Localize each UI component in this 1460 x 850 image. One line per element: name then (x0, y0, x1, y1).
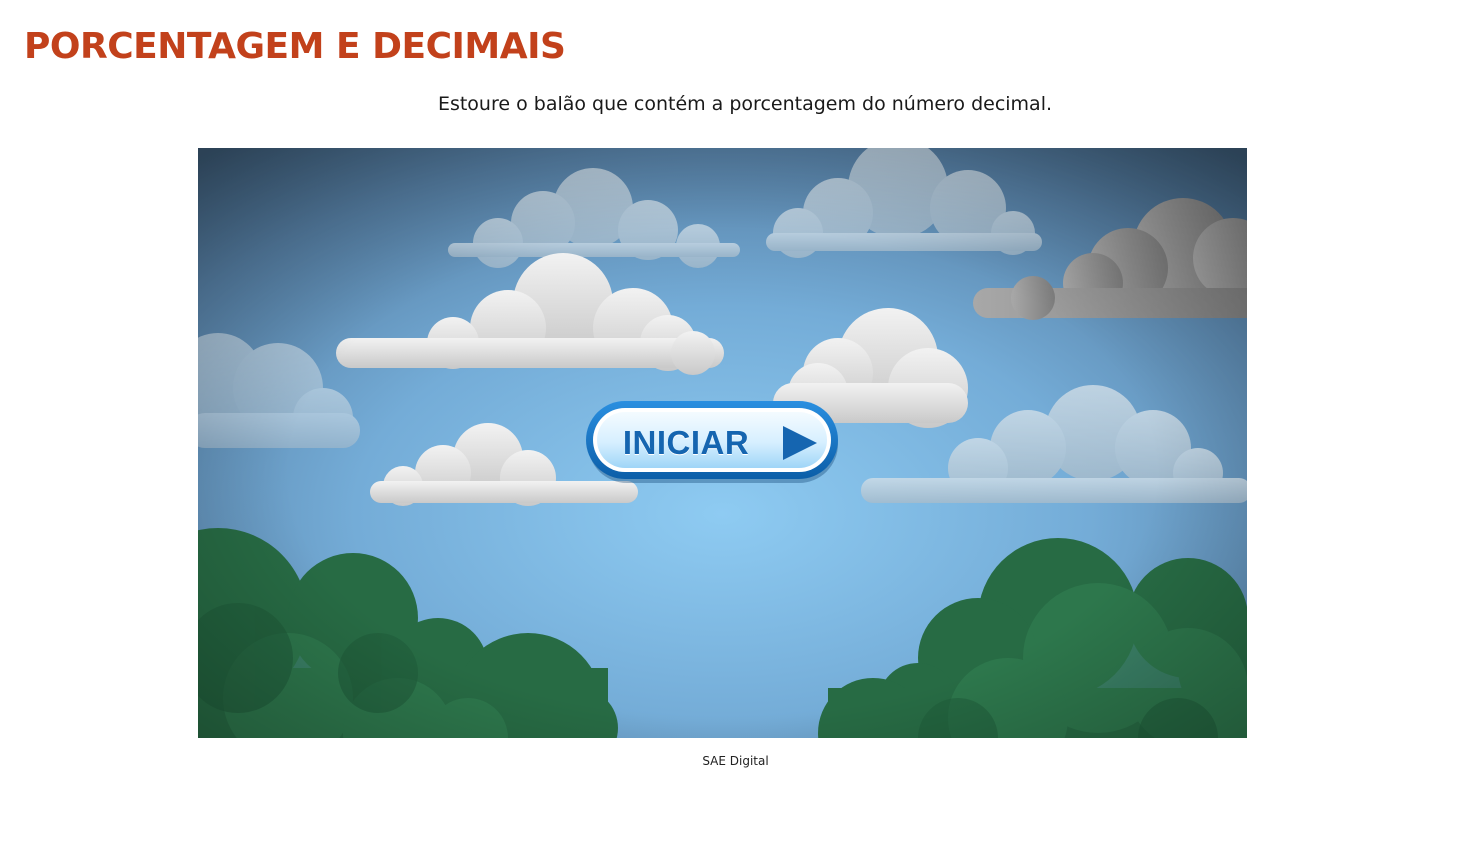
image-caption: SAE Digital (702, 754, 769, 768)
start-button[interactable]: INICIAR (586, 401, 840, 485)
start-button-label: INICIAR (622, 424, 750, 461)
instruction-text: Estoure o balão que contém a porcentagem… (437, 93, 1053, 115)
page-title: PORCENTAGEM E DECIMAIS (24, 26, 566, 67)
play-arrow-icon (783, 426, 817, 460)
page: PORCENTAGEM E DECIMAIS Estoure o balão q… (0, 0, 1460, 850)
